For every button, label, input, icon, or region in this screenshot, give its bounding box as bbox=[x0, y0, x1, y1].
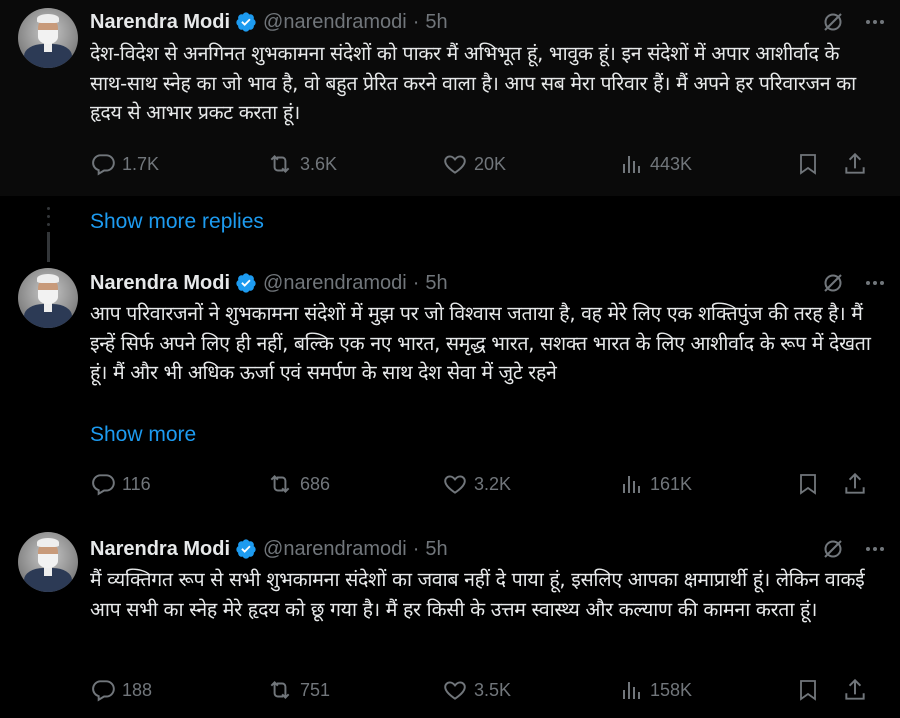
tweet-text: आप परिवारजनों ने शुभकामना संदेशों में मु… bbox=[90, 302, 871, 384]
tweet-header: Narendra Modi @narendramodi · 5h bbox=[90, 536, 448, 562]
bookmark-button[interactable] bbox=[796, 470, 820, 498]
tweet-header: Narendra Modi @narendramodi · 5h bbox=[90, 9, 448, 35]
tweet[interactable]: Narendra Modi @narendramodi · 5h आप परिव… bbox=[0, 256, 900, 518]
views-count: 158K bbox=[650, 679, 693, 700]
more-icon[interactable] bbox=[862, 536, 888, 562]
views-icon bbox=[623, 476, 640, 493]
tweet-actions: 1.7K 3.6K 20K 443K bbox=[90, 150, 880, 178]
share-button[interactable] bbox=[842, 676, 868, 704]
separator: · bbox=[412, 271, 420, 294]
author-name[interactable]: Narendra Modi bbox=[90, 538, 230, 561]
bookmark-button[interactable] bbox=[796, 150, 820, 178]
reply-button[interactable]: 188 bbox=[90, 676, 152, 704]
reply-icon bbox=[92, 154, 115, 176]
repost-count: 3.6K bbox=[300, 153, 338, 174]
grok-icon[interactable] bbox=[820, 536, 846, 562]
repost-count: 751 bbox=[300, 679, 331, 700]
timestamp[interactable]: 5h bbox=[425, 272, 447, 295]
reply-count: 188 bbox=[122, 679, 153, 700]
like-button[interactable]: 3.2K bbox=[442, 470, 511, 498]
bookmark-icon bbox=[800, 154, 816, 175]
avatar[interactable] bbox=[18, 8, 78, 68]
tweet-top-icons bbox=[820, 270, 888, 296]
share-icon bbox=[845, 152, 865, 174]
author-handle[interactable]: @narendramodi bbox=[263, 11, 407, 34]
avatar[interactable] bbox=[18, 532, 78, 592]
tweet[interactable]: Narendra Modi @narendramodi · 5h देश-विद… bbox=[0, 0, 900, 196]
share-button[interactable] bbox=[842, 150, 868, 178]
repost-button[interactable]: 686 bbox=[266, 470, 330, 498]
bookmark-icon bbox=[800, 474, 816, 495]
reply-icon bbox=[92, 474, 115, 496]
author-handle[interactable]: @narendramodi bbox=[263, 272, 407, 295]
reply-button[interactable]: 1.7K bbox=[90, 150, 159, 178]
repost-icon bbox=[270, 155, 290, 173]
reply-count: 116 bbox=[122, 473, 151, 494]
tweet-top-icons bbox=[820, 9, 888, 35]
views-count: 161K bbox=[650, 473, 693, 494]
tweet-text: मैं व्यक्तिगत रूप से सभी शुभकामना संदेशो… bbox=[90, 568, 865, 621]
separator: · bbox=[412, 537, 420, 560]
author-handle[interactable]: @narendramodi bbox=[263, 538, 407, 561]
tweet-header: Narendra Modi @narendramodi · 5h bbox=[90, 270, 448, 296]
verified-badge-icon bbox=[236, 273, 256, 293]
repost-count: 686 bbox=[300, 473, 331, 494]
timestamp[interactable]: 5h bbox=[425, 538, 447, 561]
views-button[interactable]: 161K bbox=[620, 470, 692, 498]
tweet-top-icons bbox=[820, 536, 888, 562]
like-button[interactable]: 20K bbox=[442, 150, 506, 178]
repost-button[interactable]: 3.6K bbox=[266, 150, 337, 178]
verified-badge-icon bbox=[236, 12, 256, 32]
views-count: 443K bbox=[650, 153, 693, 174]
views-button[interactable]: 158K bbox=[620, 676, 692, 704]
reply-button[interactable]: 116 bbox=[90, 470, 151, 498]
like-count: 3.5K bbox=[474, 679, 512, 700]
like-count: 20K bbox=[474, 153, 507, 174]
like-button[interactable]: 3.5K bbox=[442, 676, 511, 704]
share-icon bbox=[845, 472, 865, 494]
tweet-actions: 188 751 3.5K 158K bbox=[90, 676, 880, 704]
author-name[interactable]: Narendra Modi bbox=[90, 11, 230, 34]
like-icon bbox=[444, 155, 466, 174]
like-count: 3.2K bbox=[474, 473, 512, 494]
more-icon[interactable] bbox=[862, 9, 888, 35]
like-icon bbox=[444, 681, 466, 700]
repost-icon bbox=[270, 475, 290, 493]
share-icon bbox=[845, 678, 865, 700]
avatar[interactable] bbox=[18, 268, 78, 328]
separator: · bbox=[412, 10, 420, 33]
tweet[interactable]: Narendra Modi @narendramodi · 5h मैं व्य… bbox=[0, 520, 900, 718]
timestamp[interactable]: 5h bbox=[425, 11, 447, 34]
author-name[interactable]: Narendra Modi bbox=[90, 272, 230, 295]
bookmark-icon bbox=[800, 680, 816, 701]
show-more-replies-link[interactable]: Show more replies bbox=[90, 210, 264, 234]
verified-badge-icon bbox=[236, 539, 256, 559]
like-icon bbox=[444, 475, 466, 494]
grok-icon[interactable] bbox=[820, 270, 846, 296]
repost-button[interactable]: 751 bbox=[266, 676, 330, 704]
share-button[interactable] bbox=[842, 470, 868, 498]
tweet-text: देश-विदेश से अनगिनत शुभकामना संदेशों को … bbox=[90, 42, 856, 124]
views-icon bbox=[623, 156, 640, 173]
views-button[interactable]: 443K bbox=[620, 150, 692, 178]
repost-icon bbox=[270, 681, 290, 699]
reply-count: 1.7K bbox=[122, 153, 160, 174]
tweet-actions: 116 686 3.2K 161K bbox=[90, 470, 880, 498]
views-icon bbox=[623, 682, 640, 699]
reply-icon bbox=[92, 680, 115, 702]
more-icon[interactable] bbox=[862, 270, 888, 296]
grok-icon[interactable] bbox=[820, 9, 846, 35]
show-more-link[interactable]: Show more bbox=[90, 423, 196, 447]
bookmark-button[interactable] bbox=[796, 676, 820, 704]
